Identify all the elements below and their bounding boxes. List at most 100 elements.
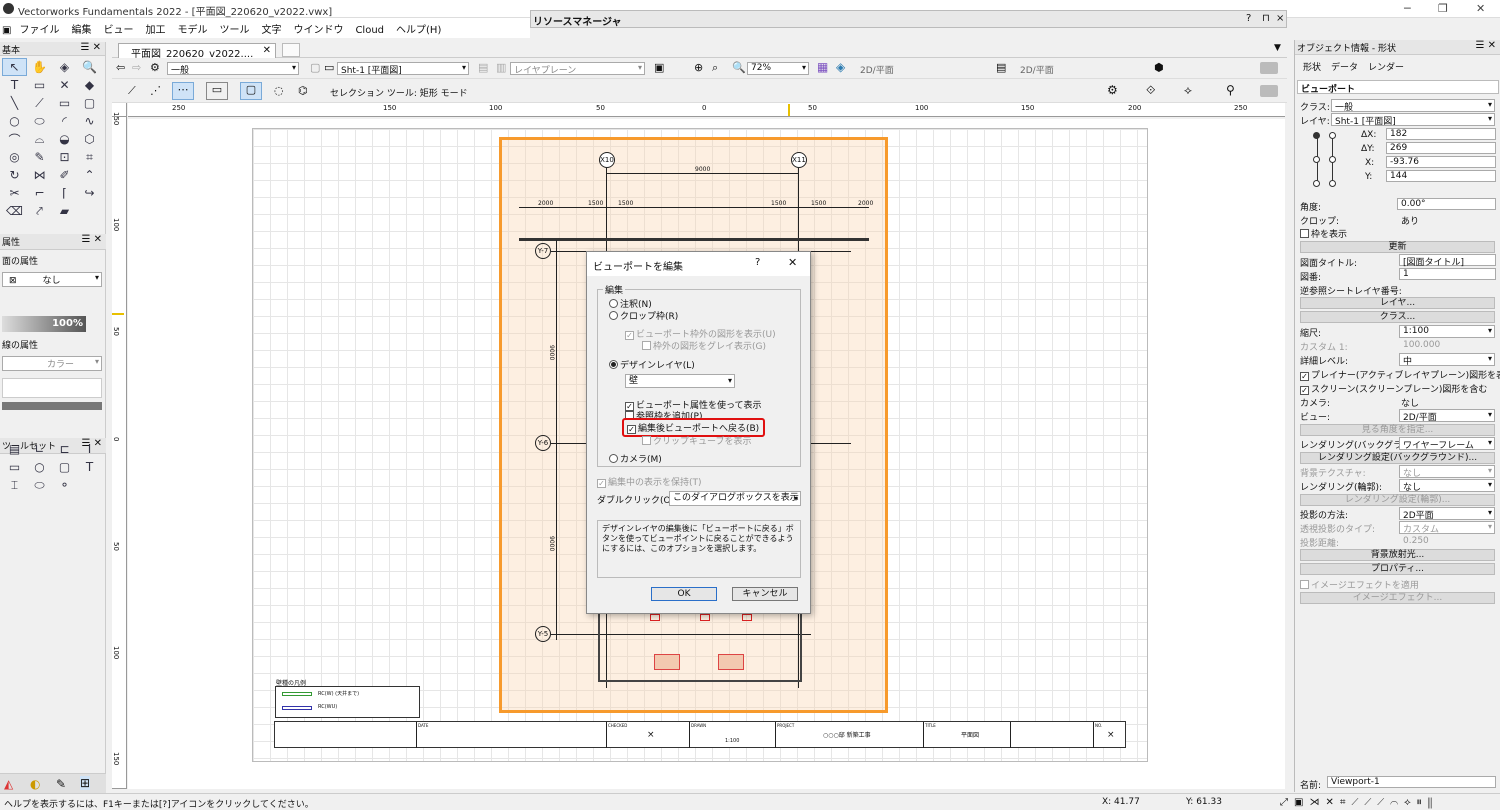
screen-checkbox[interactable]: ✓ スクリーン(スクリーンプレーン)図形を含む bbox=[1300, 382, 1487, 395]
mode-3-icon[interactable]: ⋯ bbox=[172, 82, 194, 100]
oi-class-select[interactable]: 一般 bbox=[1331, 99, 1495, 112]
tab-render[interactable]: レンダー bbox=[1368, 63, 1404, 73]
split-tool-icon[interactable]: ✂ bbox=[2, 184, 27, 202]
menu-file[interactable]: ファイル bbox=[13, 18, 65, 39]
layer-icon[interactable]: ▭ bbox=[324, 61, 334, 74]
pan-tool-icon[interactable]: ✋ bbox=[27, 58, 52, 76]
crop-radio-icon[interactable] bbox=[609, 311, 618, 320]
anchor-point-icon[interactable] bbox=[1309, 132, 1339, 188]
dialog-help-icon[interactable]: ? bbox=[755, 257, 760, 268]
double-line-tool-icon[interactable]: ⟋ bbox=[27, 94, 52, 112]
menu-tools[interactable]: ツール bbox=[213, 18, 255, 39]
gray-outside-check-icon[interactable] bbox=[642, 341, 651, 350]
text-tool-icon[interactable]: T bbox=[2, 76, 27, 94]
tab-shape[interactable]: 形状 bbox=[1303, 63, 1321, 73]
selection-tool-icon[interactable]: ↖ bbox=[2, 58, 27, 76]
menu-edit[interactable]: 編集 bbox=[65, 18, 97, 39]
zoom-icon[interactable]: 🔍 bbox=[732, 61, 746, 74]
layer-options-2-icon[interactable]: ▥ bbox=[496, 61, 506, 74]
sheet-icon[interactable]: ⬢ bbox=[1154, 61, 1164, 74]
menu-icon[interactable]: ▣ bbox=[0, 22, 13, 39]
rect-mode-icon[interactable]: ▭ bbox=[206, 82, 228, 100]
gray-outside-checkbox[interactable]: 枠外の図形をグレイ表示(G) bbox=[642, 339, 766, 352]
oval-tool-icon[interactable]: ⬭ bbox=[27, 112, 52, 130]
properties-button[interactable]: プロパティ... bbox=[1300, 563, 1495, 575]
mirror-tool-icon[interactable]: ⋈ bbox=[27, 166, 52, 184]
polyline-tool-icon[interactable]: ⌓ bbox=[27, 130, 52, 148]
chain-tool-icon[interactable]: ⚬ bbox=[52, 476, 77, 494]
crop-radio[interactable]: クロップ枠(R) bbox=[609, 309, 678, 322]
render-bg-button[interactable]: レンダリング設定(バックグラウンド)... bbox=[1300, 452, 1495, 464]
snap-toggles-icon[interactable]: ⤢▣⋊✕⌗⟋⟋⟋⌒⟡⏸⫼ bbox=[1280, 797, 1438, 808]
view-mode-icon[interactable]: ◈ bbox=[836, 60, 845, 74]
circle-tool-icon[interactable]: ○ bbox=[2, 112, 27, 130]
menu-window[interactable]: ウインドウ bbox=[287, 18, 349, 39]
name-field[interactable]: Viewport-1 bbox=[1327, 776, 1496, 788]
chamfer-tool-icon[interactable]: ↪ bbox=[77, 184, 102, 202]
tab-data[interactable]: データ bbox=[1331, 63, 1358, 73]
tab-close-icon[interactable]: ✕ bbox=[263, 45, 271, 56]
x-field[interactable]: -93.76 bbox=[1386, 156, 1496, 168]
image-fx-check-icon[interactable] bbox=[1300, 580, 1309, 589]
annotation-radio-icon[interactable] bbox=[609, 299, 618, 308]
line-tool-icon[interactable]: ╲ bbox=[2, 94, 27, 112]
close-icon[interactable]: ✕ bbox=[1476, 2, 1485, 15]
spiral-tool-icon[interactable]: ◎ bbox=[2, 148, 27, 166]
rounded-rect-tool-icon[interactable]: ▢ bbox=[77, 94, 102, 112]
y-field[interactable]: 144 bbox=[1386, 170, 1496, 182]
obj-info-controls-icon[interactable]: ☰ ✕ bbox=[1475, 40, 1496, 51]
zoom-tool-icon[interactable]: 🔍 bbox=[77, 58, 102, 76]
pipe-tool-icon[interactable]: ⬭ bbox=[27, 476, 52, 494]
arc-tool-icon[interactable]: ◜ bbox=[52, 112, 77, 130]
scale-select[interactable]: 1:100 bbox=[1399, 325, 1495, 338]
rm-dock-icon[interactable]: ⊓ bbox=[1262, 13, 1270, 24]
keep-display-check-icon[interactable]: ✓ bbox=[597, 479, 606, 488]
round-shape-tool-icon[interactable]: ○ bbox=[27, 458, 52, 476]
cancel-button[interactable]: キャンセル bbox=[732, 587, 798, 601]
dblclick-select[interactable]: このダイアログボックスを表示 bbox=[669, 491, 801, 506]
eyedropper-tool-icon[interactable]: ✎ bbox=[27, 148, 52, 166]
palette-controls-icon[interactable]: ☰ ✕ bbox=[80, 42, 101, 53]
poly-mode-icon[interactable]: ⌬ bbox=[298, 84, 308, 97]
show-frame-check-icon[interactable] bbox=[1300, 229, 1309, 238]
class-select[interactable]: 一般 bbox=[167, 62, 299, 75]
wall-tool-icon[interactable]: ▤ bbox=[2, 440, 27, 458]
zoom-fit-icon[interactable]: ⌕ bbox=[712, 61, 718, 75]
line-attr-select[interactable]: カラー bbox=[2, 356, 102, 371]
camera-radio-icon[interactable] bbox=[609, 454, 618, 463]
render-line-button[interactable]: レンダリング設定(輪郭)... bbox=[1300, 494, 1495, 506]
dtitle-field[interactable]: [図面タイトル] bbox=[1399, 254, 1496, 268]
menu-help[interactable]: ヘルプ(H) bbox=[390, 18, 447, 39]
snap2-icon[interactable]: ⟡ bbox=[1184, 83, 1192, 98]
square-shape-tool-icon[interactable]: ▢ bbox=[52, 458, 77, 476]
callout-tool-icon[interactable]: ▭ bbox=[27, 76, 52, 94]
crop-tool-icon[interactable]: ⊡ bbox=[52, 148, 77, 166]
menu-model[interactable]: モデル bbox=[171, 18, 213, 39]
3d-tool-icon[interactable]: ◆ bbox=[77, 76, 102, 94]
class-button[interactable]: クラス... bbox=[1300, 311, 1495, 323]
dialog-close-icon[interactable]: ✕ bbox=[788, 256, 797, 269]
rect-shape-tool-icon[interactable]: ▭ bbox=[2, 458, 27, 476]
l-shape-tool-icon[interactable]: ∟ bbox=[27, 440, 52, 458]
image-fx-button[interactable]: イメージエフェクト... bbox=[1300, 592, 1495, 604]
minimize-icon[interactable]: ─ bbox=[1404, 2, 1411, 15]
tool-bar-menu-button[interactable] bbox=[1260, 85, 1278, 97]
fillet-tool-icon[interactable]: ⌈ bbox=[52, 184, 77, 202]
image-fx-checkbox[interactable]: イメージエフェクトを適用 bbox=[1300, 578, 1419, 591]
ok-button[interactable]: OK bbox=[651, 587, 717, 601]
menu-modify[interactable]: 加工 bbox=[139, 18, 171, 39]
layer-select[interactable]: Sht-1 [平面図] bbox=[337, 62, 469, 75]
dnum-field[interactable]: 1 bbox=[1399, 268, 1496, 280]
planar-check-icon[interactable]: ✓ bbox=[1300, 372, 1309, 381]
snap3-icon[interactable]: ⚲ bbox=[1226, 83, 1235, 97]
new-tab-button[interactable] bbox=[282, 43, 300, 57]
dimension-tool-icon[interactable]: ✕ bbox=[52, 76, 77, 94]
menu-cloud[interactable]: Cloud bbox=[349, 22, 390, 39]
rect-mode-sel-icon[interactable]: ▢ bbox=[240, 82, 262, 100]
oi-layer-select[interactable]: Sht-1 [平面図] bbox=[1331, 113, 1495, 126]
line-style-box[interactable] bbox=[2, 378, 102, 398]
dx-field[interactable]: 182 bbox=[1386, 128, 1496, 140]
offset-tool-icon[interactable]: ⌃ bbox=[77, 166, 102, 184]
show-outside-check-icon[interactable]: ✓ bbox=[625, 331, 634, 340]
snap-icon[interactable]: ⟐ bbox=[1146, 83, 1155, 98]
